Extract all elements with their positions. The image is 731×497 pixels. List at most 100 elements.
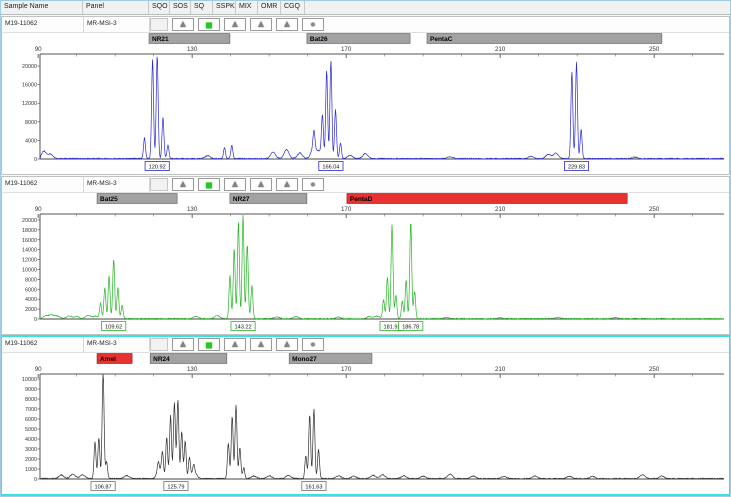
svg-text:8000: 8000 [25, 397, 37, 403]
column-header-sq[interactable]: SQ [191, 1, 213, 14]
sq-flag-icon[interactable] [198, 18, 220, 31]
sample-name[interactable]: M19-11062 [2, 177, 84, 192]
svg-text:8000: 8000 [25, 277, 37, 283]
svg-text:12000: 12000 [22, 258, 37, 264]
sspk-flag-icon[interactable] [224, 338, 246, 351]
svg-text:16000: 16000 [22, 83, 37, 89]
svg-text:0: 0 [34, 317, 37, 323]
genemarker-window: Sample Name Panel SQO SOS SQ SSPK MIX OM… [0, 0, 731, 497]
sq-flag-icon[interactable] [198, 178, 220, 191]
svg-text:125.79: 125.79 [167, 484, 184, 490]
svg-text:120.92: 120.92 [149, 164, 166, 170]
panel-name[interactable]: MR-MSI-3 [84, 17, 150, 32]
svg-text:250: 250 [649, 46, 660, 53]
panel-name[interactable]: MR-MSI-3 [84, 337, 150, 352]
svg-text:14000: 14000 [22, 248, 37, 254]
omr-flag-icon[interactable] [276, 18, 298, 31]
svg-text:4000: 4000 [25, 138, 37, 144]
svg-text:229.83: 229.83 [568, 164, 585, 170]
mix-flag-icon[interactable] [250, 18, 272, 31]
sos-flag-icon[interactable] [172, 178, 194, 191]
sample-name[interactable]: M19-11062 [2, 337, 84, 352]
electropherogram-black[interactable]: AmelNR24Mono2790130170210250010002000300… [2, 353, 731, 495]
svg-text:90: 90 [35, 46, 42, 53]
svg-text:9000: 9000 [25, 387, 37, 393]
omr-flag-icon[interactable] [276, 178, 298, 191]
svg-text:181.92: 181.92 [383, 324, 400, 330]
svg-text:4000: 4000 [25, 437, 37, 443]
svg-text:2000: 2000 [25, 457, 37, 463]
electropherogram-green[interactable]: Bat25NR27PentaD9013017021025002000400060… [2, 193, 731, 335]
svg-text:Bat25: Bat25 [100, 196, 118, 203]
table-header: Sample Name Panel SQO SOS SQ SSPK MIX OM… [1, 1, 730, 15]
svg-text:10000: 10000 [22, 267, 37, 273]
column-header-sample-name[interactable]: Sample Name [1, 1, 83, 14]
sample-name[interactable]: M19-11062 [2, 17, 84, 32]
svg-text:16000: 16000 [22, 238, 37, 244]
svg-text:250: 250 [649, 366, 660, 373]
omr-flag-icon[interactable] [276, 338, 298, 351]
electropherogram-blue[interactable]: NR21Bat26PentaC9013017021025004000800012… [2, 33, 731, 175]
svg-text:PentaC: PentaC [430, 36, 453, 43]
mix-flag-icon[interactable] [250, 338, 272, 351]
svg-text:20000: 20000 [22, 64, 37, 70]
svg-text:130: 130 [187, 46, 198, 53]
svg-text:1000: 1000 [25, 467, 37, 473]
svg-text:210: 210 [495, 46, 506, 53]
sample-panel-3[interactable]: M19-11062 MR-MSI-3 AmelNR24Mono279013017… [1, 336, 730, 495]
svg-text:NR24: NR24 [153, 356, 170, 363]
column-header-sos[interactable]: SOS [170, 1, 191, 14]
column-header-cgq[interactable]: CGQ [281, 1, 305, 14]
column-header-sspk[interactable]: SSPK [213, 1, 236, 14]
svg-text:250: 250 [649, 206, 660, 213]
column-header-omr[interactable]: OMR [258, 1, 281, 14]
sspk-flag-icon[interactable] [224, 18, 246, 31]
svg-text:0: 0 [34, 157, 37, 163]
svg-text:90: 90 [35, 206, 42, 213]
svg-text:4000: 4000 [25, 297, 37, 303]
mix-flag-icon[interactable] [250, 178, 272, 191]
sos-flag-icon[interactable] [172, 18, 194, 31]
svg-text:143.22: 143.22 [234, 324, 251, 330]
cgq-flag-icon[interactable] [302, 178, 324, 191]
svg-text:210: 210 [495, 206, 506, 213]
sample-row: M19-11062 MR-MSI-3 [2, 337, 729, 353]
column-header-panel[interactable]: Panel [83, 1, 149, 14]
svg-text:PentaD: PentaD [350, 196, 373, 203]
svg-text:130: 130 [187, 366, 198, 373]
svg-text:0: 0 [34, 477, 37, 483]
svg-text:106.87: 106.87 [95, 484, 112, 490]
sqo-flag-cell[interactable] [150, 18, 168, 31]
svg-text:166.04: 166.04 [322, 164, 339, 170]
svg-text:3000: 3000 [25, 447, 37, 453]
svg-text:170: 170 [341, 366, 352, 373]
svg-text:5000: 5000 [25, 427, 37, 433]
sos-flag-icon[interactable] [172, 338, 194, 351]
panel-name[interactable]: MR-MSI-3 [84, 177, 150, 192]
svg-text:Mono27: Mono27 [292, 356, 317, 363]
svg-text:2000: 2000 [25, 307, 37, 313]
column-header-sqo[interactable]: SQO [149, 1, 170, 14]
sq-flag-icon[interactable] [198, 338, 220, 351]
sqo-flag-cell[interactable] [150, 178, 168, 191]
cgq-flag-icon[interactable] [302, 338, 324, 351]
svg-text:20000: 20000 [22, 218, 37, 224]
svg-text:170: 170 [341, 206, 352, 213]
column-header-mix[interactable]: MIX [236, 1, 258, 14]
sample-row: M19-11062 MR-MSI-3 [2, 17, 729, 33]
sspk-flag-icon[interactable] [224, 178, 246, 191]
svg-text:Bat26: Bat26 [310, 36, 328, 43]
sqo-flag-cell[interactable] [150, 338, 168, 351]
sample-row: M19-11062 MR-MSI-3 [2, 177, 729, 193]
cgq-flag-icon[interactable] [302, 18, 324, 31]
sample-panel-1[interactable]: M19-11062 MR-MSI-3 NR21Bat26PentaC901301… [1, 16, 730, 175]
svg-text:210: 210 [495, 366, 506, 373]
sample-panel-2[interactable]: M19-11062 MR-MSI-3 Bat25 NR27 PentaD 90 130 1… [1, 176, 730, 335]
svg-text:6000: 6000 [25, 417, 37, 423]
svg-text:90: 90 [35, 366, 42, 373]
header-filler [305, 1, 730, 14]
svg-text:10000: 10000 [22, 377, 37, 383]
svg-text:8000: 8000 [25, 120, 37, 126]
svg-text:130: 130 [187, 206, 198, 213]
svg-text:NR27: NR27 [233, 196, 250, 203]
